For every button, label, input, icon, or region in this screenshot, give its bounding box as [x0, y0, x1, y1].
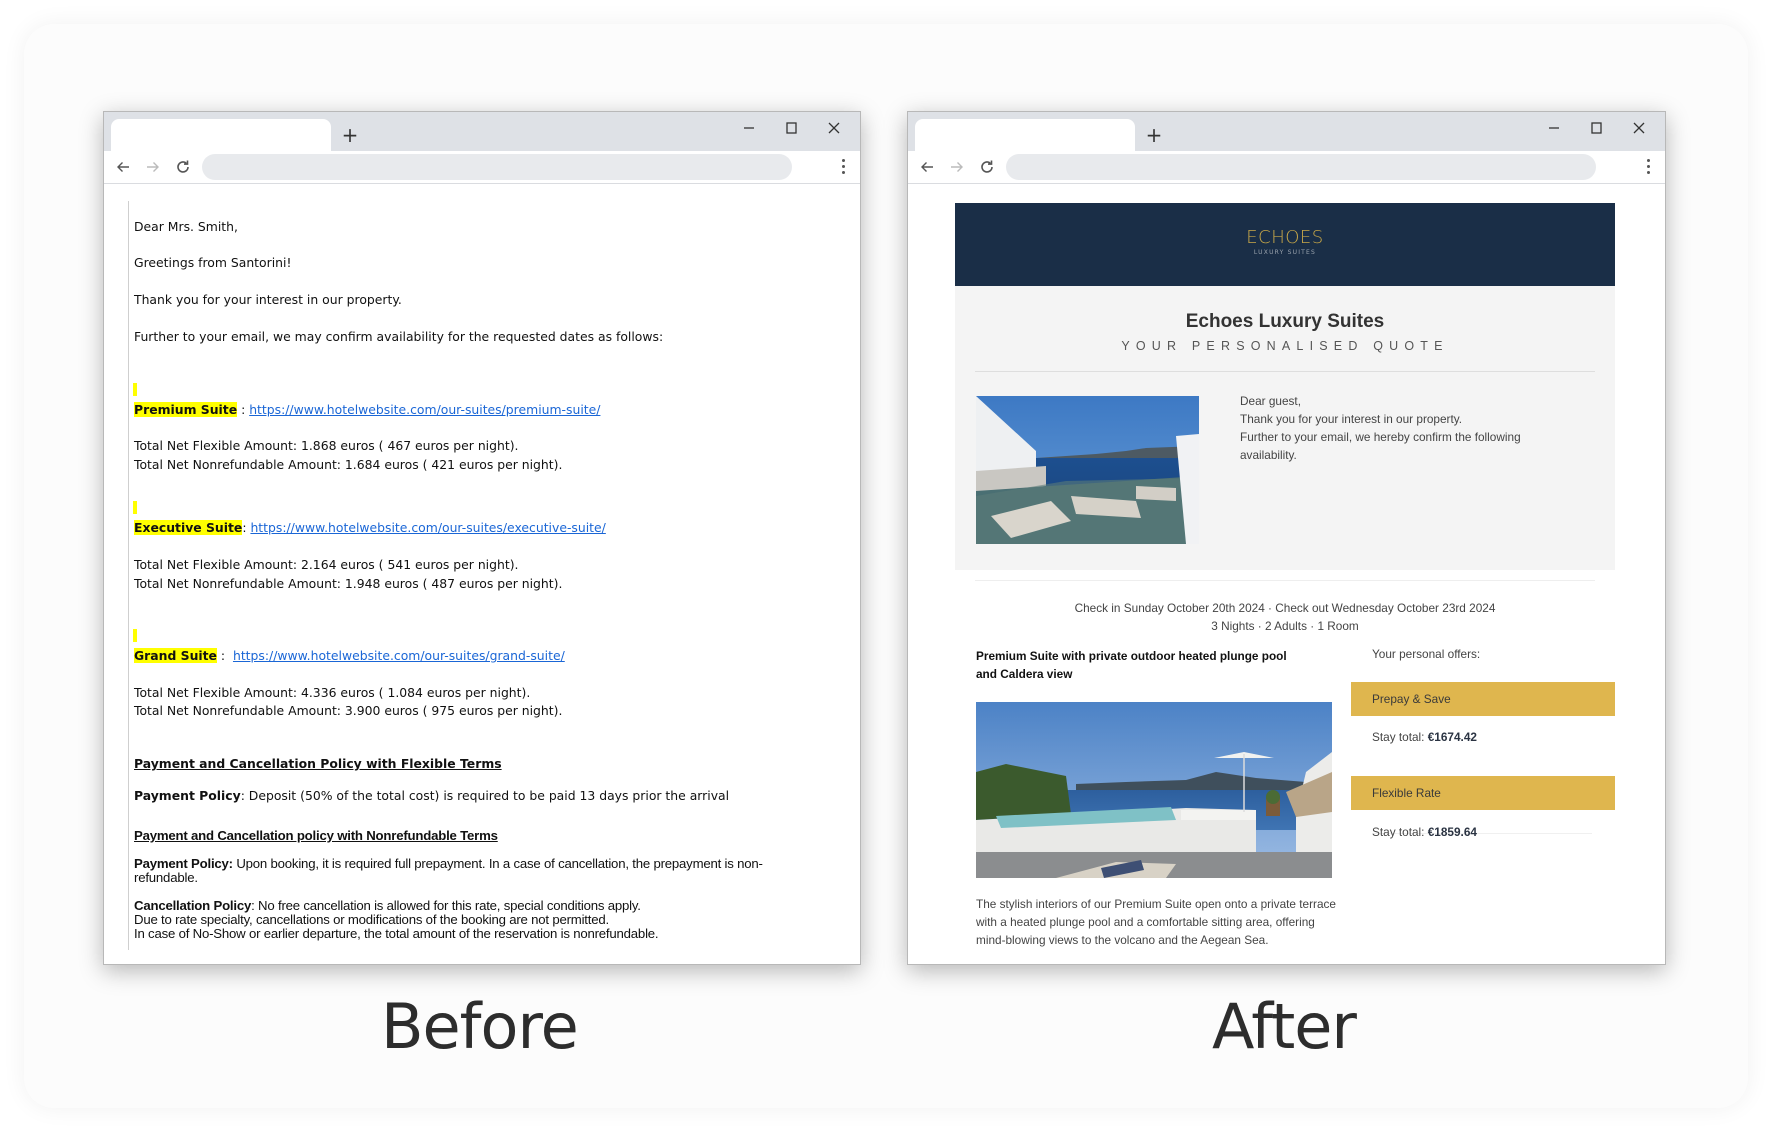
- suite-line-grand: Grand Suite : https://www.hotelwebsite.c…: [134, 648, 565, 663]
- infinity-pool-photo: [976, 396, 1199, 544]
- plain-email: Dear Mrs. Smith, Greetings from Santorin…: [128, 201, 828, 950]
- greeting: Greetings from Santorini!: [134, 255, 292, 270]
- policy-text: Upon booking, it is required full prepay…: [232, 856, 763, 871]
- stay-dates: Check in Sunday October 20th 2024 · Chec…: [1074, 601, 1496, 615]
- back-arrow-icon[interactable]: [918, 158, 936, 176]
- greeting-line: Dear guest,: [1240, 394, 1301, 408]
- suite-name: Grand Suite: [134, 648, 217, 663]
- offer-total: Stay total: €1674.42: [1372, 730, 1477, 744]
- flexible-policy-heading: Payment and Cancellation Policy with Fle…: [134, 756, 502, 771]
- page-title: Echoes Luxury Suites: [1185, 311, 1385, 332]
- policy-text: : No free cancellation is allowed for th…: [251, 898, 641, 913]
- offer-total: Stay total: €1859.64: [1372, 825, 1477, 839]
- highlight-mark: [133, 629, 137, 642]
- tab-strip: +: [104, 112, 860, 151]
- divider: [975, 371, 1595, 372]
- close-icon[interactable]: [822, 116, 846, 140]
- nonrefundable-amount: Total Net Nonrefundable Amount: 1.684 eu…: [134, 457, 563, 472]
- policy-text: : Deposit (50% of the total cost) is req…: [240, 788, 730, 803]
- greeting-line: Thank you for your interest in our prope…: [1240, 412, 1463, 426]
- greeting-line: Further to your email, we hereby confirm…: [1240, 430, 1521, 462]
- minimize-icon[interactable]: [737, 116, 761, 140]
- browser-tab[interactable]: [111, 119, 331, 151]
- suite-link[interactable]: https://www.hotelwebsite.com/our-suites/…: [233, 648, 565, 663]
- cancellation-policy: Cancellation Policy: No free cancellatio…: [134, 898, 641, 913]
- nonrefundable-policy-heading: Payment and Cancellation policy with Non…: [134, 828, 498, 843]
- suite-title: Premium Suite with private outdoor heate…: [976, 649, 1287, 681]
- intro-line: Further to your email, we may confirm av…: [134, 329, 664, 344]
- maximize-icon[interactable]: [1584, 116, 1608, 140]
- browser-window-before: + Dear Mrs. Smith, Greetings from Santor…: [103, 111, 861, 965]
- nonrefundable-amount: Total Net Nonrefundable Amount: 1.948 eu…: [134, 576, 563, 591]
- policy-text-continued: refundable.: [134, 870, 198, 885]
- salutation: Dear Mrs. Smith,: [134, 219, 238, 234]
- policy-label: Cancellation Policy: [134, 898, 252, 913]
- back-arrow-icon[interactable]: [114, 158, 132, 176]
- flexible-amount: Total Net Flexible Amount: 4.336 euros (…: [134, 685, 531, 700]
- minimize-icon[interactable]: [1542, 116, 1566, 140]
- offers-label: Your personal offers:: [1372, 647, 1481, 661]
- address-bar[interactable]: [202, 154, 792, 180]
- total-value: €1859.64: [1427, 825, 1477, 839]
- reload-icon[interactable]: [174, 158, 192, 176]
- suite-link[interactable]: https://www.hotelwebsite.com/our-suites/…: [249, 402, 600, 417]
- separator: :: [237, 402, 250, 417]
- thanks-line: Thank you for your interest in our prope…: [134, 292, 402, 307]
- browser-toolbar: [104, 151, 860, 184]
- browser-window-after: + ECHOES LUXURY SUITES Echoes Luxury Sui…: [907, 111, 1666, 965]
- maximize-icon[interactable]: [779, 116, 803, 140]
- browser-toolbar: [908, 151, 1665, 184]
- logo: ECHOES: [1246, 227, 1324, 248]
- total-label: Stay total:: [1372, 730, 1428, 744]
- total-value: €1674.42: [1427, 730, 1477, 744]
- menu-dots-icon[interactable]: [1645, 159, 1651, 177]
- total-label: Stay total:: [1372, 825, 1428, 839]
- cancellation-text-3: In case of No-Show or earlier departure,…: [134, 926, 659, 941]
- address-bar[interactable]: [1006, 154, 1596, 180]
- flexible-payment-policy: Payment Policy: Deposit (50% of the tota…: [134, 788, 729, 803]
- greeting-text: Dear guest, Thank you for your interest …: [1240, 392, 1560, 464]
- caption-after: After: [1212, 990, 1357, 1063]
- highlight-mark: [133, 383, 137, 396]
- divider: [975, 580, 1595, 581]
- new-tab-button[interactable]: +: [1144, 123, 1164, 147]
- suite-line-executive: Executive Suite: https://www.hotelwebsit…: [134, 520, 606, 535]
- highlight-mark: [133, 501, 137, 514]
- terrace-pool-photo: [976, 702, 1332, 878]
- logo-subtitle: LUXURY SUITES: [1253, 249, 1317, 256]
- quote-panel: Echoes Luxury Suites YOUR PERSONALISED Q…: [955, 286, 1615, 570]
- brand-banner: ECHOES LUXURY SUITES: [955, 203, 1615, 286]
- suite-name: Executive Suite: [134, 520, 243, 535]
- stay-guests: 3 Nights · 2 Adults · 1 Room: [1211, 619, 1359, 633]
- page-content: ECHOES LUXURY SUITES Echoes Luxury Suite…: [908, 185, 1665, 964]
- offer-prepay-save[interactable]: Prepay & Save: [1351, 682, 1615, 716]
- offer-flexible-rate[interactable]: Flexible Rate: [1351, 776, 1615, 810]
- suite-line-premium: Premium Suite : https://www.hotelwebsite…: [134, 402, 600, 417]
- tab-strip: +: [908, 112, 1665, 151]
- page-subtitle: YOUR PERSONALISED QUOTE: [1121, 339, 1449, 353]
- menu-dots-icon[interactable]: [840, 159, 846, 177]
- policy-label: Payment Policy:: [134, 856, 233, 871]
- page-content: Dear Mrs. Smith, Greetings from Santorin…: [104, 185, 860, 964]
- reload-icon[interactable]: [978, 158, 996, 176]
- suite-description: The stylish interiors of our Premium Sui…: [976, 897, 1336, 947]
- policy-label: Payment Policy: [134, 788, 241, 803]
- forward-arrow-icon[interactable]: [948, 158, 966, 176]
- close-icon[interactable]: [1627, 116, 1651, 140]
- forward-arrow-icon[interactable]: [144, 158, 162, 176]
- nonrefundable-payment-policy: Payment Policy: Upon booking, it is requ…: [134, 856, 763, 871]
- nonrefundable-amount: Total Net Nonrefundable Amount: 3.900 eu…: [134, 703, 563, 718]
- suite-name: Premium Suite: [134, 402, 238, 417]
- flexible-amount: Total Net Flexible Amount: 2.164 euros (…: [134, 557, 519, 572]
- cancellation-text-2: Due to rate specialty, cancellations or …: [134, 912, 609, 927]
- caption-before: Before: [381, 990, 579, 1063]
- suite-link[interactable]: https://www.hotelwebsite.com/our-suites/…: [250, 520, 605, 535]
- separator: :: [216, 648, 233, 663]
- browser-tab[interactable]: [915, 119, 1135, 151]
- flexible-amount: Total Net Flexible Amount: 1.868 euros (…: [134, 438, 519, 453]
- new-tab-button[interactable]: +: [340, 123, 360, 147]
